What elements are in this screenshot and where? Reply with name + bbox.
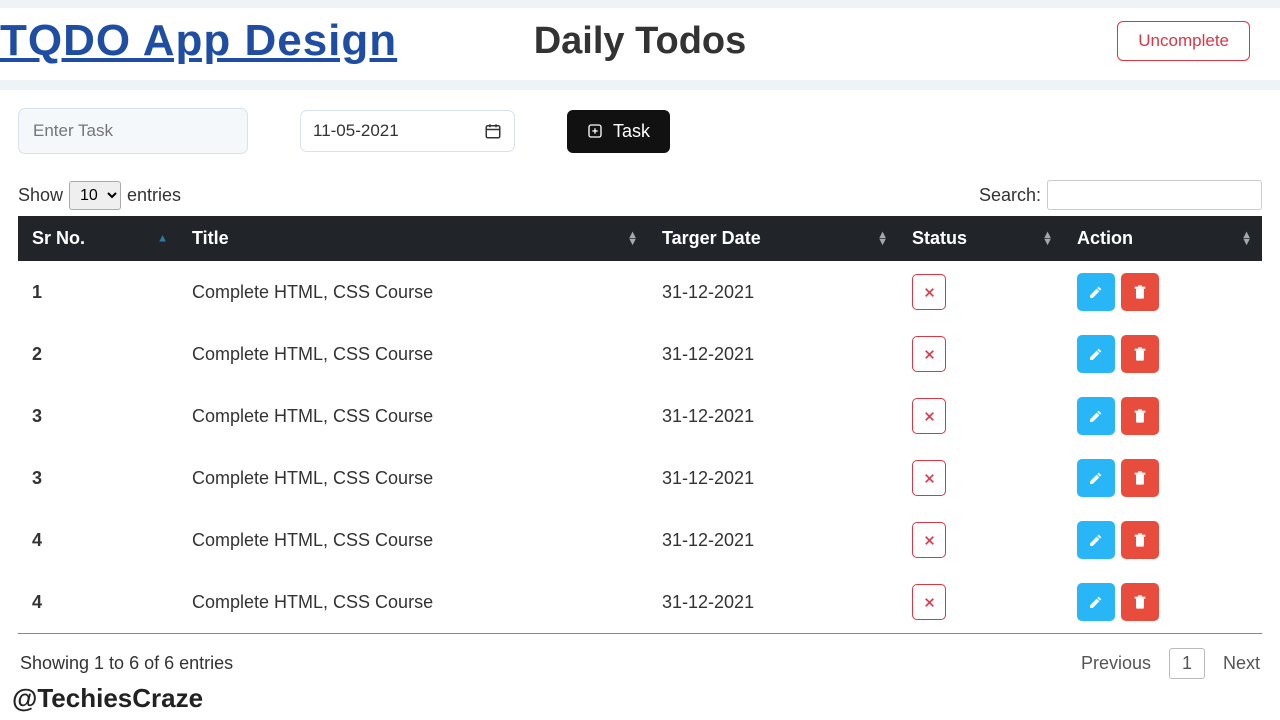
delete-button[interactable] [1121, 583, 1159, 621]
date-value: 11-05-2021 [313, 121, 399, 141]
pencil-icon [1088, 594, 1104, 610]
uncomplete-button[interactable]: Uncomplete [1117, 21, 1250, 61]
app-title-link[interactable]: TQDO App Design [0, 16, 397, 66]
table-row: 2 Complete HTML, CSS Course 31-12-2021 [18, 323, 1262, 385]
col-status[interactable]: Status▲▼ [898, 216, 1063, 261]
trash-icon [1132, 470, 1148, 486]
col-date[interactable]: Targer Date▲▼ [648, 216, 898, 261]
edit-button[interactable] [1077, 335, 1115, 373]
cell-title: Complete HTML, CSS Course [178, 323, 648, 385]
pencil-icon [1088, 532, 1104, 548]
edit-button[interactable] [1077, 397, 1115, 435]
status-toggle-button[interactable] [912, 336, 946, 372]
cell-status [898, 261, 1063, 323]
cell-status [898, 571, 1063, 634]
trash-icon [1132, 594, 1148, 610]
edit-button[interactable] [1077, 273, 1115, 311]
trash-icon [1132, 408, 1148, 424]
cell-action [1063, 571, 1262, 634]
trash-icon [1132, 284, 1148, 300]
add-button-label: Task [613, 121, 650, 142]
delete-button[interactable] [1121, 335, 1159, 373]
close-icon [923, 596, 936, 609]
close-icon [923, 410, 936, 423]
page-title: Daily Todos [534, 20, 747, 63]
add-task-button[interactable]: Task [567, 110, 670, 153]
page-size-select[interactable]: 10 [69, 181, 121, 210]
cell-srno: 1 [18, 261, 178, 323]
cell-action [1063, 261, 1262, 323]
cell-date: 31-12-2021 [648, 261, 898, 323]
pencil-icon [1088, 408, 1104, 424]
cell-title: Complete HTML, CSS Course [178, 447, 648, 509]
status-toggle-button[interactable] [912, 584, 946, 620]
cell-status [898, 447, 1063, 509]
cell-title: Complete HTML, CSS Course [178, 571, 648, 634]
cell-date: 31-12-2021 [648, 447, 898, 509]
close-icon [923, 286, 936, 299]
search-label: Search: [979, 185, 1041, 206]
cell-status [898, 323, 1063, 385]
status-toggle-button[interactable] [912, 398, 946, 434]
cell-srno: 4 [18, 571, 178, 634]
cell-srno: 3 [18, 447, 178, 509]
status-toggle-button[interactable] [912, 522, 946, 558]
delete-button[interactable] [1121, 521, 1159, 559]
delete-button[interactable] [1121, 397, 1159, 435]
status-toggle-button[interactable] [912, 274, 946, 310]
delete-button[interactable] [1121, 459, 1159, 497]
edit-button[interactable] [1077, 521, 1115, 559]
cell-status [898, 385, 1063, 447]
edit-button[interactable] [1077, 459, 1115, 497]
cell-status [898, 509, 1063, 571]
date-input[interactable]: 11-05-2021 [300, 110, 515, 152]
pencil-icon [1088, 470, 1104, 486]
cell-date: 31-12-2021 [648, 571, 898, 634]
status-toggle-button[interactable] [912, 460, 946, 496]
watermark: @TechiesCraze [12, 683, 203, 714]
table-row: 1 Complete HTML, CSS Course 31-12-2021 [18, 261, 1262, 323]
cell-date: 31-12-2021 [648, 385, 898, 447]
cell-action [1063, 509, 1262, 571]
trash-icon [1132, 532, 1148, 548]
cell-action [1063, 447, 1262, 509]
pencil-icon [1088, 284, 1104, 300]
close-icon [923, 534, 936, 547]
cell-title: Complete HTML, CSS Course [178, 261, 648, 323]
entries-label: entries [127, 185, 181, 206]
cell-srno: 4 [18, 509, 178, 571]
delete-button[interactable] [1121, 273, 1159, 311]
cell-action [1063, 385, 1262, 447]
table-row: 4 Complete HTML, CSS Course 31-12-2021 [18, 571, 1262, 634]
table-row: 3 Complete HTML, CSS Course 31-12-2021 [18, 447, 1262, 509]
edit-button[interactable] [1077, 583, 1115, 621]
task-input[interactable] [18, 108, 248, 154]
table-info: Showing 1 to 6 of 6 entries [20, 653, 233, 674]
prev-button[interactable]: Previous [1081, 653, 1151, 674]
cell-title: Complete HTML, CSS Course [178, 385, 648, 447]
col-srno[interactable]: Sr No.▲ [18, 216, 178, 261]
plus-icon [587, 123, 603, 139]
cell-title: Complete HTML, CSS Course [178, 509, 648, 571]
cell-date: 31-12-2021 [648, 323, 898, 385]
col-title[interactable]: Title▲▼ [178, 216, 648, 261]
search-input[interactable] [1047, 180, 1262, 210]
page-number[interactable]: 1 [1169, 648, 1205, 679]
col-action[interactable]: Action▲▼ [1063, 216, 1262, 261]
cell-srno: 3 [18, 385, 178, 447]
show-label: Show [18, 185, 63, 206]
table-row: 3 Complete HTML, CSS Course 31-12-2021 [18, 385, 1262, 447]
table-row: 4 Complete HTML, CSS Course 31-12-2021 [18, 509, 1262, 571]
next-button[interactable]: Next [1223, 653, 1260, 674]
cell-action [1063, 323, 1262, 385]
close-icon [923, 472, 936, 485]
cell-srno: 2 [18, 323, 178, 385]
close-icon [923, 348, 936, 361]
calendar-icon [484, 122, 502, 140]
trash-icon [1132, 346, 1148, 362]
cell-date: 31-12-2021 [648, 509, 898, 571]
pencil-icon [1088, 346, 1104, 362]
